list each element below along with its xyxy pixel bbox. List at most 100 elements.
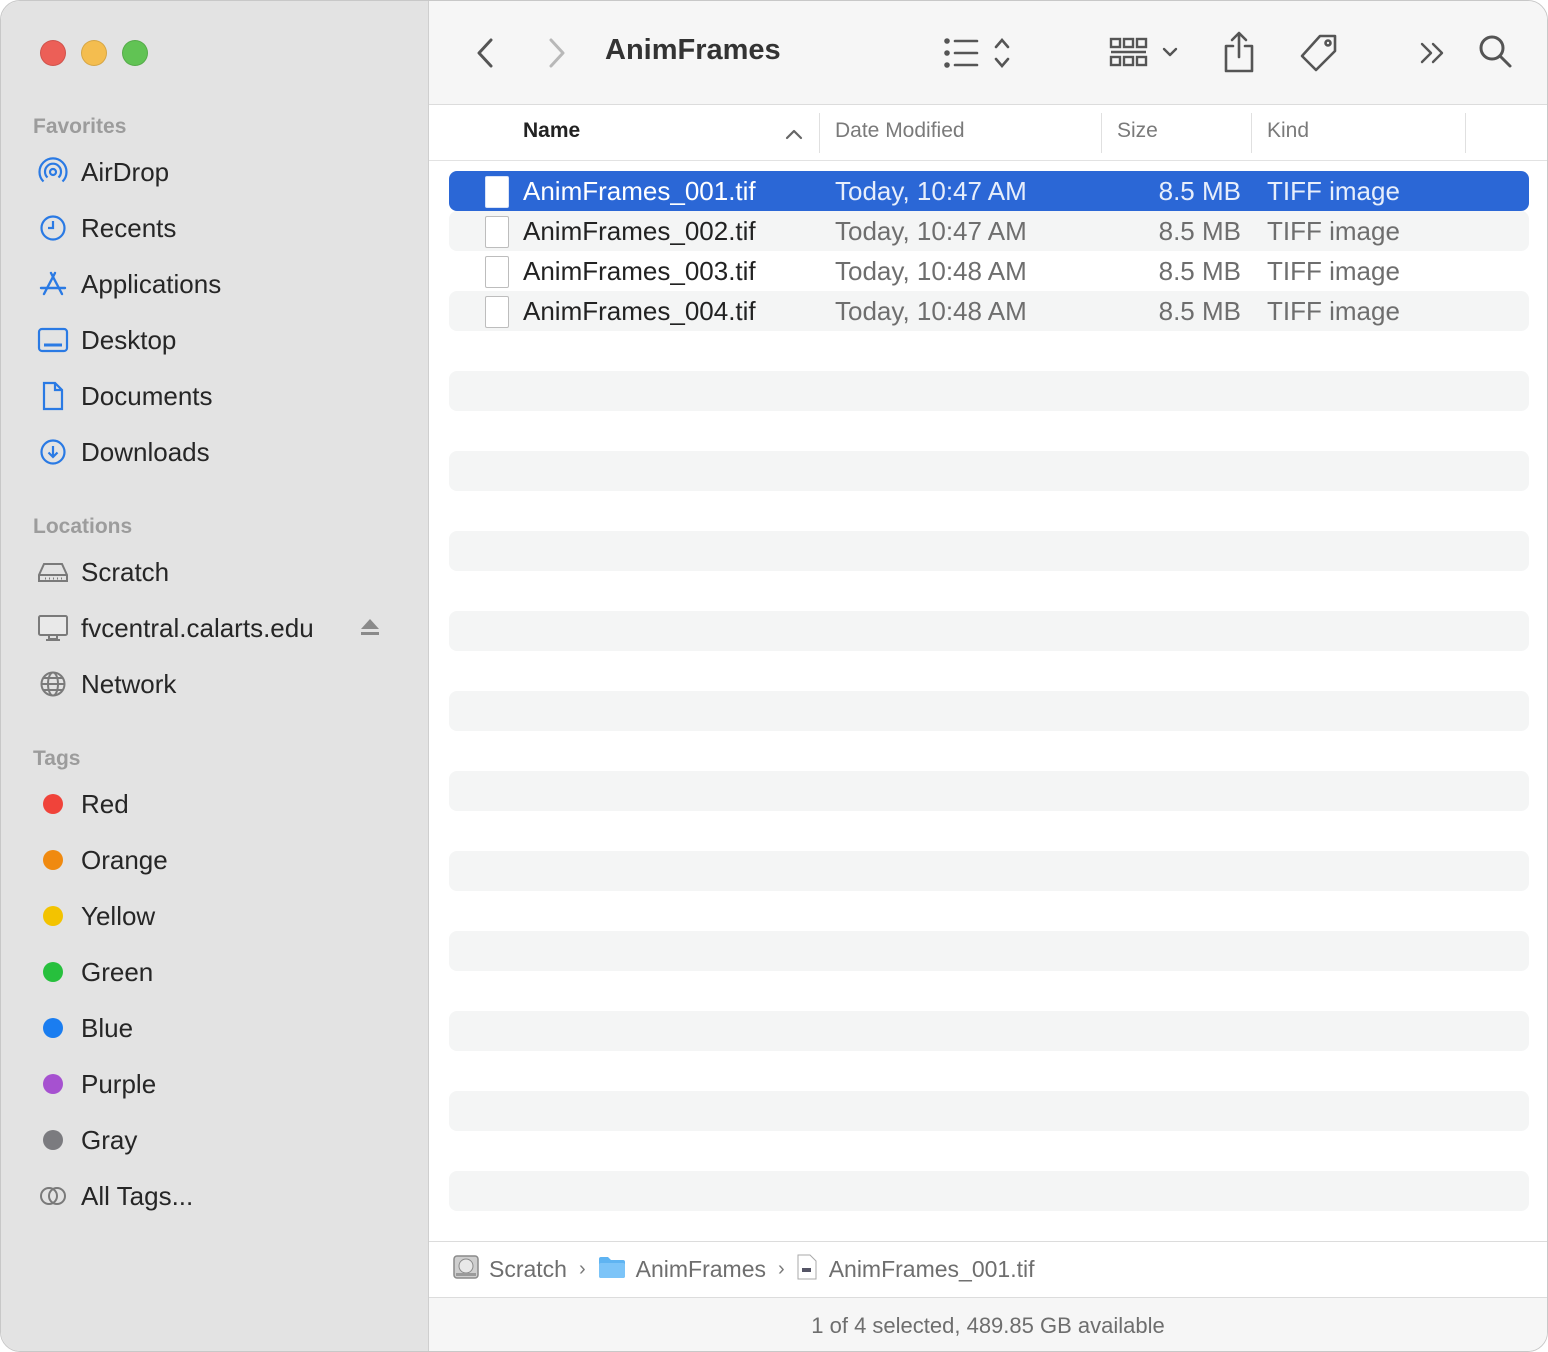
sidebar-item-applications[interactable]: Applications: [21, 258, 401, 310]
column-header-date[interactable]: Date Modified: [835, 119, 965, 143]
sidebar-item-label: Scratch: [81, 556, 170, 587]
sidebar-item-tag-blue[interactable]: Blue: [21, 1002, 401, 1054]
close-button[interactable]: [40, 40, 66, 66]
group-by-button[interactable]: [1109, 33, 1181, 73]
file-kind: TIFF image: [1267, 215, 1400, 246]
folder-icon: [598, 1255, 626, 1285]
path-label: AnimFrames: [635, 1256, 767, 1282]
red-tag-dot: [43, 794, 63, 814]
column-header-bar: Name Date Modified Size Kind: [429, 105, 1547, 161]
empty-row-stripe: [449, 1171, 1529, 1211]
sidebar-item-label: fvcentral.calarts.edu: [81, 612, 314, 643]
status-bar: 1 of 4 selected, 489.85 GB available: [429, 1297, 1547, 1351]
sidebar: Favorites AirDrop Recents Applications D…: [1, 1, 429, 1351]
back-button[interactable]: [469, 33, 501, 73]
empty-row-stripe: [449, 771, 1529, 811]
download-icon: [33, 432, 73, 472]
sidebar-item-tag-yellow[interactable]: Yellow: [21, 890, 401, 942]
column-header-size[interactable]: Size: [1117, 119, 1158, 143]
sidebar-item-label: Gray: [81, 1124, 138, 1155]
file-kind: TIFF image: [1267, 295, 1400, 326]
sidebar-item-desktop[interactable]: Desktop: [21, 314, 401, 366]
sidebar-item-tag-orange[interactable]: Orange: [21, 834, 401, 886]
sidebar-item-network[interactable]: Network: [21, 658, 401, 710]
sidebar-item-label: Red: [81, 788, 129, 819]
chevron-right-icon: ›: [778, 1258, 785, 1280]
empty-row-stripe: [449, 691, 1529, 731]
file-row[interactable]: AnimFrames_004.tif Today, 10:48 AM 8.5 M…: [449, 291, 1529, 331]
tag-icon[interactable]: [1297, 31, 1341, 75]
column-divider[interactable]: [1251, 113, 1252, 153]
file-name: AnimFrames_003.tif: [523, 255, 756, 286]
file-row[interactable]: AnimFrames_002.tif Today, 10:47 AM 8.5 M…: [449, 211, 1529, 251]
column-header-name[interactable]: Name: [523, 119, 580, 143]
sidebar-item-label: Documents: [81, 380, 213, 411]
yellow-tag-dot: [43, 906, 63, 926]
file-size: 8.5 MB: [1158, 295, 1241, 326]
eject-icon[interactable]: [359, 616, 381, 643]
file-name: AnimFrames_001.tif: [523, 175, 756, 206]
file-kind: TIFF image: [1267, 255, 1400, 286]
file-row[interactable]: AnimFrames_001.tif Today, 10:47 AM 8.5 M…: [449, 171, 1529, 211]
toolbar: AnimFrames: [429, 1, 1547, 105]
globe-icon: [33, 664, 73, 704]
sidebar-item-label: Applications: [81, 268, 222, 299]
column-divider[interactable]: [819, 113, 820, 153]
share-icon[interactable]: [1221, 29, 1257, 75]
sidebar-item-tag-purple[interactable]: Purple: [21, 1058, 401, 1110]
gray-tag-dot: [43, 1130, 63, 1150]
path-segment-file[interactable]: AnimFrames_001.tif: [797, 1254, 1035, 1286]
sidebar-item-label: Green: [81, 956, 154, 987]
path-label: Scratch: [489, 1256, 567, 1282]
empty-row-stripe: [449, 1011, 1529, 1051]
empty-row-stripe: [449, 931, 1529, 971]
tags-title: Tags: [33, 747, 81, 770]
sidebar-item-tag-red[interactable]: Red: [21, 778, 401, 830]
clock-icon: [33, 208, 73, 248]
list-view-switcher[interactable]: [941, 33, 1031, 73]
sidebar-item-label: Blue: [81, 1012, 134, 1043]
column-divider[interactable]: [1101, 113, 1102, 153]
empty-row-stripe: [449, 851, 1529, 891]
tiff-file-icon: [797, 1254, 817, 1286]
orange-tag-dot: [43, 850, 63, 870]
finder-window: Favorites AirDrop Recents Applications D…: [0, 0, 1548, 1352]
column-divider[interactable]: [1465, 113, 1466, 153]
file-date: Today, 10:48 AM: [835, 255, 1027, 286]
path-segment-drive[interactable]: Scratch: [453, 1254, 567, 1286]
sidebar-item-downloads[interactable]: Downloads: [21, 426, 401, 478]
green-tag-dot: [43, 962, 63, 982]
sidebar-item-label: Purple: [81, 1068, 157, 1099]
sidebar-item-airdrop[interactable]: AirDrop: [21, 146, 401, 198]
search-icon[interactable]: [1475, 31, 1515, 71]
path-label: AnimFrames_001.tif: [828, 1256, 1035, 1282]
display-icon: [33, 608, 73, 648]
sidebar-item-all-tags[interactable]: All Tags...: [21, 1170, 401, 1222]
empty-row-stripe: [449, 1091, 1529, 1131]
drive-icon: [453, 1254, 479, 1286]
status-text: 1 of 4 selected, 489.85 GB available: [811, 1312, 1165, 1338]
sidebar-item-recents[interactable]: Recents: [21, 202, 401, 254]
empty-row-stripe: [449, 611, 1529, 651]
zoom-button[interactable]: [122, 40, 148, 66]
sidebar-item-label: All Tags...: [81, 1180, 194, 1211]
sidebar-item-tag-gray[interactable]: Gray: [21, 1114, 401, 1166]
favorites-title: Favorites: [33, 115, 127, 138]
sidebar-item-tag-green[interactable]: Green: [21, 946, 401, 998]
traffic-lights: [40, 40, 148, 66]
path-segment-folder[interactable]: AnimFrames: [598, 1255, 766, 1285]
sidebar-item-scratch[interactable]: Scratch: [21, 546, 401, 598]
file-row[interactable]: AnimFrames_003.tif Today, 10:48 AM 8.5 M…: [449, 251, 1529, 291]
forward-button[interactable]: [541, 33, 573, 73]
sort-ascending-icon[interactable]: [785, 127, 803, 145]
chevron-right-icon: ›: [578, 1258, 586, 1280]
blue-tag-dot: [43, 1018, 63, 1038]
sidebar-item-fvcentral[interactable]: fvcentral.calarts.edu: [21, 602, 401, 654]
file-name: AnimFrames_002.tif: [523, 215, 756, 246]
sidebar-item-documents[interactable]: Documents: [21, 370, 401, 422]
path-bar: Scratch › AnimFrames › AnimFrames_001.ti…: [429, 1241, 1547, 1297]
more-toolbar-icon[interactable]: [1415, 35, 1451, 71]
column-header-kind[interactable]: Kind: [1267, 119, 1309, 143]
file-size: 8.5 MB: [1158, 255, 1241, 286]
minimize-button[interactable]: [81, 40, 107, 66]
